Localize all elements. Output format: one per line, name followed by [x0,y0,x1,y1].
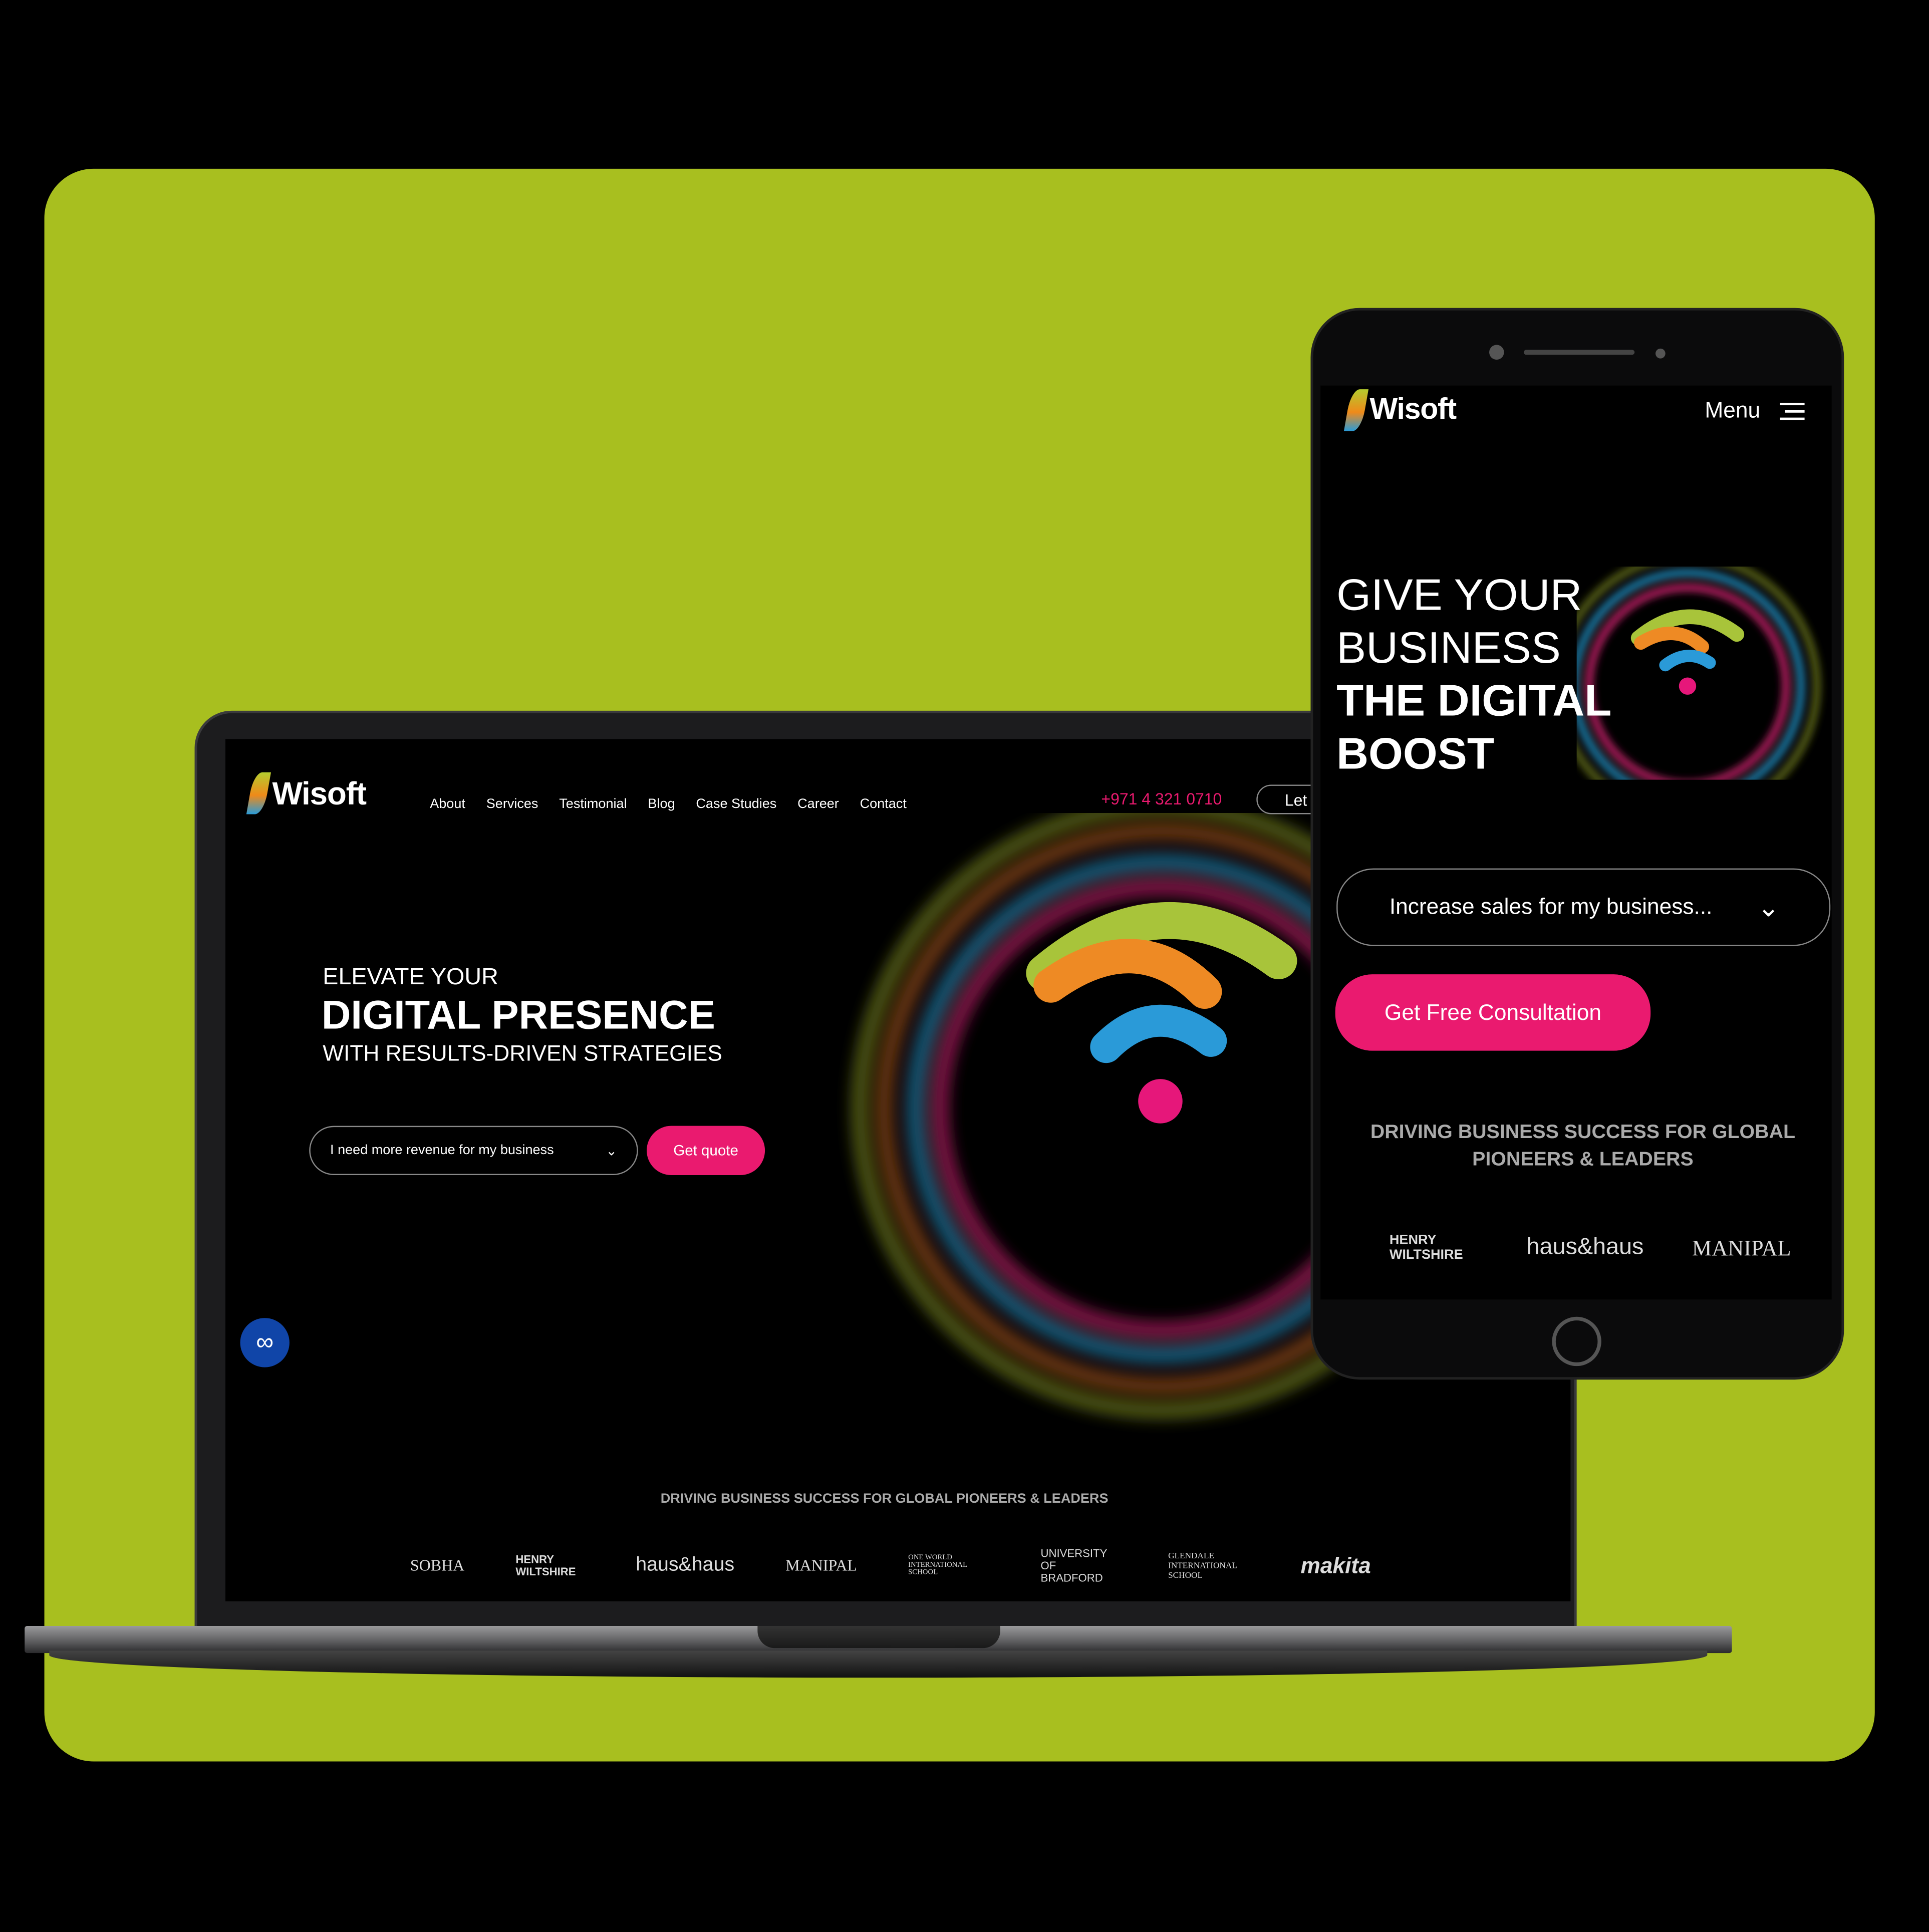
client-logo: SOBHA [410,1555,465,1574]
chevron-down-icon: ⌄ [606,1144,618,1159]
nav-testimonial[interactable]: Testimonial [559,797,627,812]
client-logo: haus&haus [1526,1234,1644,1260]
menu-button[interactable]: Menu [1705,398,1805,424]
phone-camera [1489,345,1504,360]
client-logo: HENRY WILTSHIRE [1389,1233,1463,1263]
hero-title: DIGITAL PRESENCE [321,991,715,1037]
get-free-consultation-button[interactable]: Get Free Consultation [1335,974,1651,1051]
phone-speaker [1523,350,1635,355]
hero-line3: WITH RESULTS-DRIVEN STRATEGIES [323,1040,722,1066]
laptop-notch [757,1626,1000,1648]
nav-services[interactable]: Services [486,797,538,812]
mobile-goal-dropdown[interactable]: Increase sales for my business... ⌄ [1336,868,1831,946]
nav-about[interactable]: About [430,797,465,812]
logo-mark-icon [246,772,271,814]
hero-line1: ELEVATE YOUR [323,964,498,991]
phone-sensor [1656,348,1666,359]
dropdown-value: Increase sales for my business... [1389,894,1713,919]
client-logo: MANIPAL [1692,1235,1791,1260]
dropdown-value: I need more revenue for my business [330,1143,554,1158]
hero-line4: BOOST [1336,728,1494,779]
hero-line3: THE DIGITAL [1336,675,1612,726]
menu-label: Menu [1705,398,1761,423]
phone-screen: Wisoft Menu GIVE YOUR BUSINESS THE DIGIT… [1320,385,1832,1300]
nav-contact[interactable]: Contact [860,797,907,812]
hero-line2: BUSINESS [1336,622,1561,673]
nav-career[interactable]: Career [797,797,839,812]
nav-blog[interactable]: Blog [648,797,675,812]
client-logo: ONE WORLD INTERNATIONAL SCHOOL [908,1554,967,1577]
logo-text: Wisoft [1369,393,1457,426]
phone-home-button [1552,1316,1601,1366]
mobile-hero-title: GIVE YOUR BUSINESS THE DIGITAL BOOST [1336,568,1611,780]
get-quote-button[interactable]: Get quote [647,1126,765,1175]
mobile-hero-art [1576,567,1821,780]
clients-tagline: DRIVING BUSINESS SUCCESS FOR GLOBAL PION… [660,1491,1109,1507]
logo-text: Wisoft [272,774,367,811]
logo[interactable]: Wisoft [246,772,367,814]
client-logo: MANIPAL [785,1555,857,1574]
goal-dropdown[interactable]: I need more revenue for my business ⌄ [309,1126,638,1175]
nav-case-studies[interactable]: Case Studies [696,797,776,812]
mobile-clients-tagline: DRIVING BUSINESS SUCCESS FOR GLOBAL PION… [1370,1122,1796,1171]
mobile-client-logos: HENRY WILTSHIRE haus&haus MANIPAL [1390,1233,1791,1263]
hamburger-icon [1780,402,1805,420]
client-logo: makita [1300,1552,1371,1577]
main-nav: About Services Testimonial Blog Case Studies… [430,792,927,814]
client-logo: UNIVERSITY OF BRADFORD [1040,1547,1107,1584]
chevron-down-icon: ⌄ [1757,891,1780,922]
client-logo: haus&haus [636,1554,735,1576]
phone-link[interactable]: +971 4 321 0710 [1101,789,1222,808]
client-logo: GLENDALE INTERNATIONAL SCHOOL [1168,1551,1237,1581]
mobile-logo[interactable]: Wisoft [1343,389,1457,431]
client-logo: HENRY WILTSHIRE [515,1553,576,1578]
client-logos: SOBHA HENRY WILTSHIRE haus&haus MANIPAL … [410,1547,1371,1584]
hero-line1: GIVE YOUR [1336,569,1582,620]
logo-mark-icon [1343,389,1369,431]
link-icon[interactable]: ∞ [240,1318,290,1367]
